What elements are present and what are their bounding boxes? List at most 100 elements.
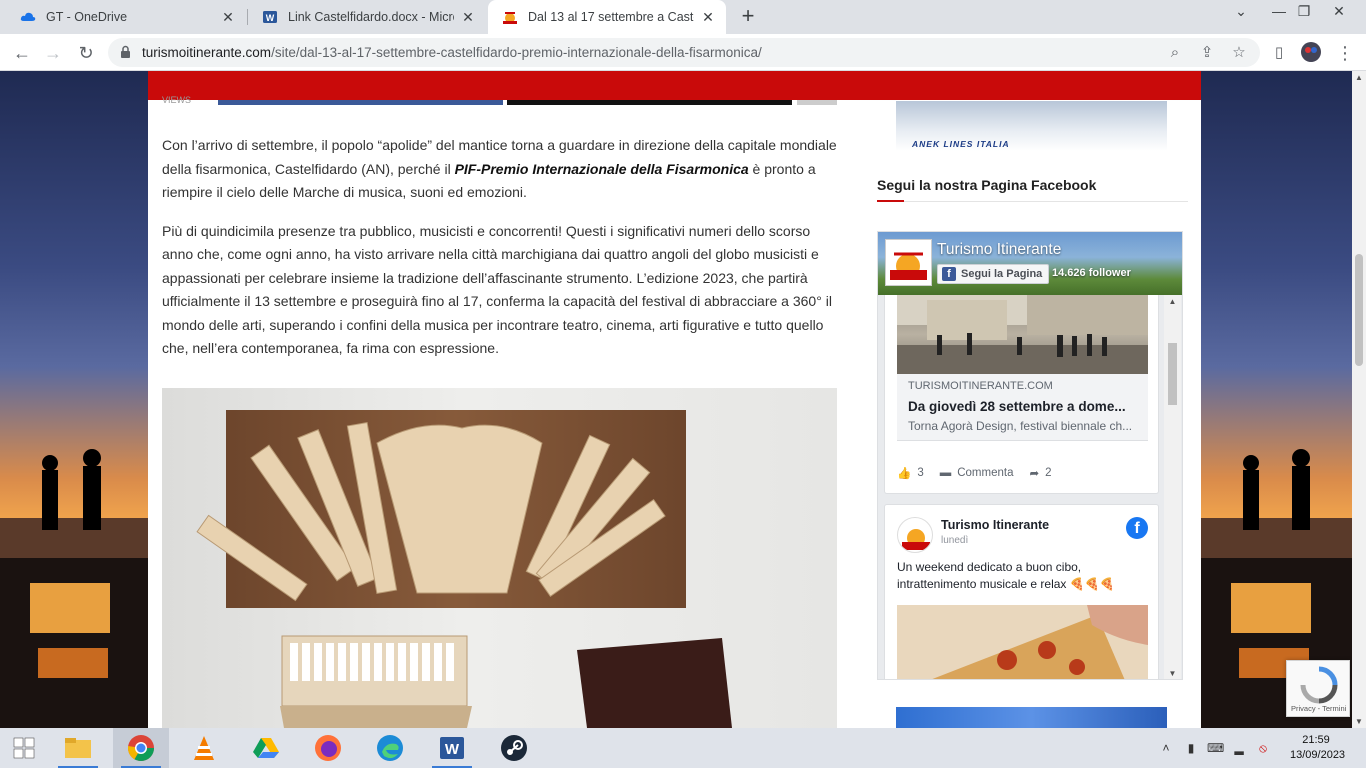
ad-text: ANEK LINES ITALIA [912,139,1010,149]
steam-icon[interactable] [486,728,542,768]
recaptcha-icon [1300,666,1338,704]
browser-tab-strip: GT - OneDrive ✕ W Link Castelfidardo.doc… [0,0,1366,34]
sidebar-advertisement[interactable]: ANEK LINES ITALIA [896,101,1167,151]
close-tab-icon[interactable]: ✕ [700,9,716,25]
close-tab-icon[interactable]: ✕ [220,9,236,25]
word-icon: W [262,9,278,25]
tablet-mode-icon[interactable]: ▮ [1183,740,1199,756]
post-actions: 👍 3 ▬ Commenta ➦ 2 [897,466,1058,480]
recaptcha-links[interactable]: Privacy - Termini [1291,704,1346,713]
page-scrollbar-thumb[interactable] [1355,254,1363,366]
post-author-name[interactable]: Turismo Itinerante [941,518,1049,532]
restore-button[interactable]: ❐ [1289,0,1319,34]
share-icon[interactable]: ➦ [1029,466,1039,480]
article-body: Con l’arrivo di settembre, il popolo “ap… [162,134,837,376]
back-button[interactable]: ← [10,41,34,65]
page-logo[interactable] [885,239,932,286]
facebook-feed-scrollbar[interactable]: ▲ ▼ [1164,295,1181,679]
svg-text:W: W [266,13,275,23]
comment-icon[interactable]: ▬ [940,467,952,479]
comment-button[interactable]: Commenta [957,467,1013,479]
new-tab-button[interactable]: + [737,5,759,28]
follow-label: Segui la Pagina [961,268,1043,280]
recaptcha-badge[interactable]: Privacy - Termini [1286,660,1350,717]
background-scene-left [0,449,148,728]
vlc-icon[interactable] [176,728,232,768]
scroll-up-arrow-icon[interactable]: ▲ [1352,73,1366,82]
post-timestamp[interactable]: lunedì [941,535,968,546]
edge-icon[interactable] [362,728,418,768]
reload-button[interactable]: ↻ [74,41,98,65]
facebook-page-plugin: Turismo Itinerante f Segui la Pagina 14.… [877,231,1183,680]
google-drive-icon[interactable] [238,728,294,768]
post-text: Un weekend dedicato a buon cibo, intratt… [897,560,1115,591]
follow-page-button[interactable]: f Segui la Pagina [937,264,1050,284]
close-tab-icon[interactable]: ✕ [460,9,476,25]
forward-button[interactable]: → [41,41,65,65]
link-domain: TURISMOITINERANTE.COM [908,380,1053,392]
system-clock[interactable]: 21:59 13/09/2023 [1290,733,1345,763]
file-explorer-icon[interactable] [50,728,106,768]
menu-kebab-icon[interactable]: ⋮ [1333,41,1357,65]
network-icon[interactable]: ▂ [1231,740,1247,756]
sidebar-advertisement-2[interactable] [896,707,1167,728]
zoom-search-icon[interactable]: ⌕ [1165,43,1185,63]
share-count: 2 [1045,467,1052,479]
twitter-share-button[interactable] [507,100,792,105]
keyboard-icon[interactable]: ⌨ [1207,740,1224,756]
facebook-share-button[interactable] [218,100,503,105]
views-label: VIEWS [162,95,192,105]
article-emphasis: PIF-Premio Internazionale della Fisarmon… [454,160,749,177]
facebook-post: TURISMOITINERANTE.COM Da giovedì 28 sett… [884,295,1159,494]
tab-search-icon[interactable]: ⌄ [1226,0,1256,34]
onedrive-icon [20,9,36,25]
tab-title: GT - OneDrive [46,10,128,24]
facebook-cover[interactable]: Turismo Itinerante f Segui la Pagina 14.… [878,232,1182,295]
tab-title: Link Castelfidardo.docx - Microso [288,10,454,24]
tab-onedrive[interactable]: GT - OneDrive ✕ [6,0,246,34]
lock-icon [121,45,130,58]
facebook-page-name[interactable]: Turismo Itinerante [937,241,1061,259]
show-hidden-icons-chevron-icon[interactable]: ˄ [1158,740,1174,756]
share-icon[interactable]: ⇪ [1197,43,1217,63]
post-image-pizza[interactable] [897,605,1148,679]
clock-time: 21:59 [1302,734,1330,746]
facebook-post: Turismo Itinerante lunedì f Un weekend d… [884,504,1159,679]
followers-count: 14.626 follower [1052,267,1131,279]
post-image[interactable] [897,295,1148,374]
url-text: turismoitinerante.com/site/dal-13-al-17-… [142,45,762,60]
start-button[interactable] [0,728,48,768]
like-count: 3 [917,467,924,479]
web-page: VIEWS Con l’arrivo di settembre, il popo… [0,71,1352,728]
close-window-button[interactable]: ✕ [1324,0,1354,34]
address-bar[interactable]: turismoitinerante.com/site/dal-13-al-17-… [108,38,1260,67]
site-header-bar [148,71,1201,100]
scrollbar-thumb[interactable] [1168,343,1177,405]
svg-text:W: W [445,741,460,758]
more-share-button[interactable] [797,100,837,105]
scroll-down-arrow-icon[interactable]: ▼ [1164,667,1181,679]
windows-logo-icon [13,737,35,759]
volume-muted-icon[interactable]: ⦸ [1255,740,1271,756]
page-scrollbar[interactable]: ▲ ▼ [1352,71,1366,728]
chrome-icon[interactable] [113,728,169,768]
article-paragraph-2: Più di quindicimila presenze tra pubblic… [162,222,832,357]
post-link-preview[interactable]: TURISMOITINERANTE.COM Da giovedì 28 sett… [897,374,1148,441]
scroll-down-arrow-icon[interactable]: ▼ [1352,717,1366,726]
tab-word-document[interactable]: W Link Castelfidardo.docx - Microso ✕ [248,0,486,34]
tab-title: Dal 13 al 17 settembre a Castelfid [528,10,694,24]
tab-article[interactable]: Dal 13 al 17 settembre a Castelfid ✕ [488,0,726,34]
like-icon[interactable]: 👍 [897,466,911,480]
url-path: /site/dal-13-al-17-settembre-castelfidar… [271,45,762,60]
post-author-avatar[interactable] [897,517,933,553]
firefox-icon[interactable] [300,728,356,768]
bookmark-star-icon[interactable]: ☆ [1229,43,1249,63]
facebook-icon: f [942,267,956,281]
scroll-up-arrow-icon[interactable]: ▲ [1164,295,1181,309]
word-taskbar-icon[interactable]: W [424,728,480,768]
link-description: Torna Agorà Design, festival biennale ch… [908,419,1133,433]
side-panel-icon[interactable]: ▯ [1267,41,1291,65]
article-image-accordion-art[interactable] [162,388,837,728]
underline-accent [877,200,904,202]
profile-avatar[interactable] [1299,41,1323,65]
